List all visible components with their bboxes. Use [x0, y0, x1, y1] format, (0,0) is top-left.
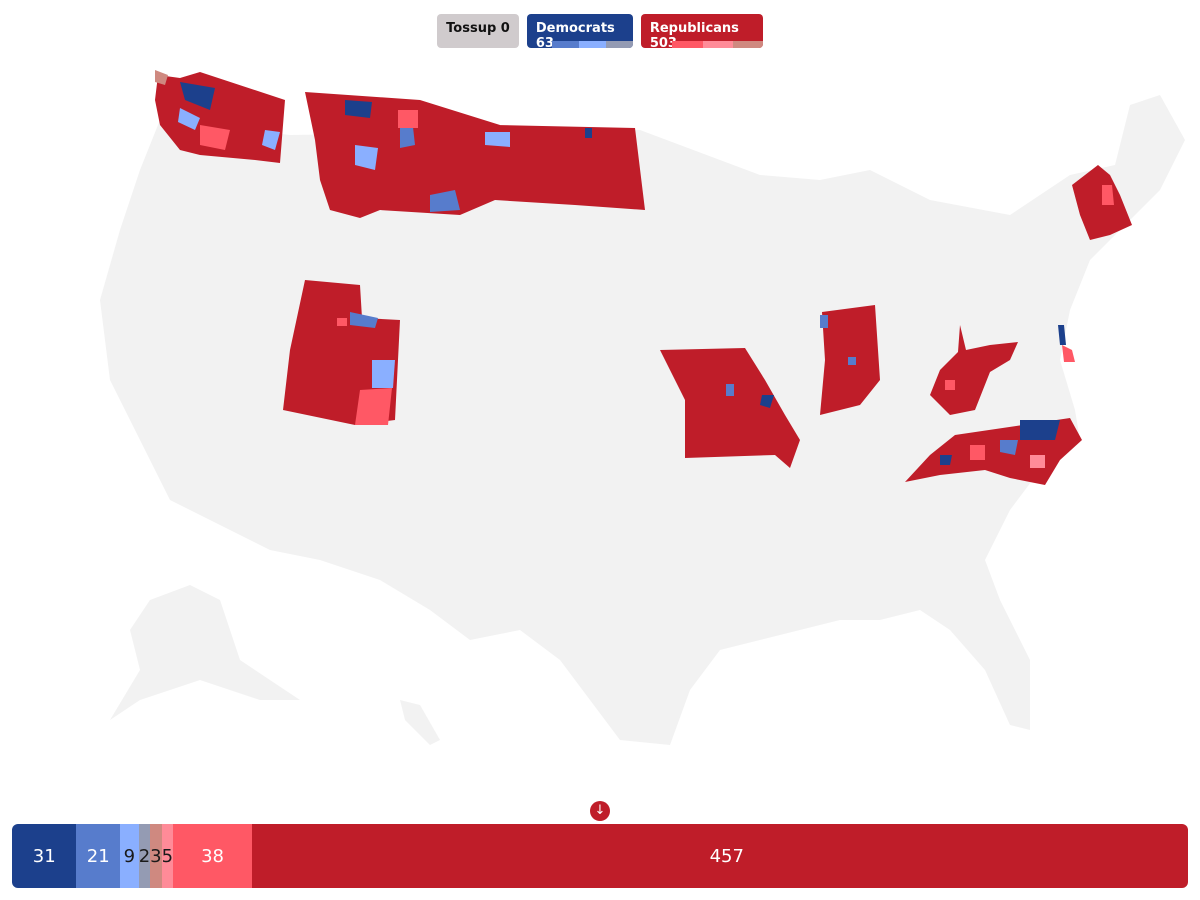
seat-bar-segment[interactable]: 31: [12, 824, 77, 888]
seat-bar-count: 2: [138, 845, 151, 867]
seat-bar-segment[interactable]: 457: [252, 824, 1188, 888]
arrow-down-circle-icon[interactable]: ↓: [590, 801, 610, 821]
hawaii-outline: [400, 700, 440, 745]
republicans-chip[interactable]: Republicans 503: [640, 14, 763, 48]
seat-bar-segment[interactable]: 21: [76, 824, 121, 888]
seat-bar-count: 457: [709, 845, 744, 867]
democrats-chip[interactable]: Democrats 63: [526, 14, 633, 48]
state-north-dakota[interactable]: [485, 125, 645, 210]
tossup-label: Tossup 0: [446, 21, 510, 36]
seat-bar-segment[interactable]: 9: [120, 824, 139, 888]
seat-bar-count: 9: [123, 845, 136, 867]
seat-bar-segment[interactable]: 38: [173, 824, 253, 888]
state-montana[interactable]: [305, 92, 500, 218]
seat-bar-segment[interactable]: 3: [150, 824, 162, 888]
seat-bar-count: 21: [86, 845, 110, 867]
seat-bar-count: 38: [201, 845, 224, 867]
seat-bar-segment[interactable]: 2: [138, 824, 151, 888]
alaska-outline: [110, 585, 300, 720]
party-legend: Tossup 0 Democrats 63 Republicans 503: [0, 14, 1200, 48]
us-map: [100, 70, 1185, 745]
seat-bar-count: 31: [32, 845, 56, 867]
seat-bar-count: 5: [161, 845, 174, 867]
seat-bar-count: 3: [150, 845, 162, 867]
tossup-chip[interactable]: Tossup 0: [437, 14, 519, 48]
seat-bar-segment[interactable]: 5: [161, 824, 174, 888]
seat-bar: 31 21 9 2 3 5 38 457: [12, 824, 1188, 888]
